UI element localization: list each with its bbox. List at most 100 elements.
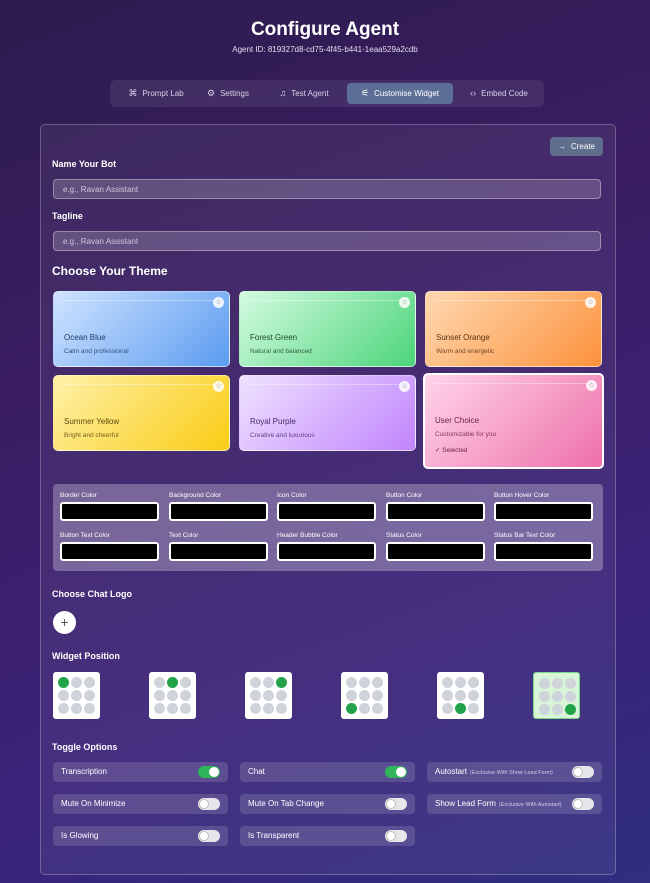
color-label: Header Bubble Color <box>277 532 338 539</box>
toggle-note: (Exclusive With Show Lead Form) <box>470 770 553 776</box>
theme-preview-line <box>63 384 220 385</box>
theme-card-summer-yellow[interactable]: ☆ Summer Yellow Bright and cheerful <box>53 375 230 451</box>
tab-label: Test Agent <box>291 89 329 98</box>
position-dot <box>442 703 453 714</box>
toggle-label: Is Glowing <box>61 831 99 840</box>
theme-card-ocean-blue[interactable]: ☆ Ocean Blue Calm and professional <box>53 291 230 367</box>
theme-name: Royal Purple <box>250 417 296 426</box>
show-lead-form-switch[interactable] <box>572 798 594 810</box>
gear-icon: ⚙ <box>207 88 216 98</box>
tab-embed-code[interactable]: ‹› Embed Code <box>462 83 536 104</box>
mute-on-tab-change-switch[interactable] <box>385 798 407 810</box>
position-dot <box>250 703 261 714</box>
agent-id: Agent ID: 819327d8-cd75-4f45-b441-1eaa52… <box>232 45 418 54</box>
create-label: Create <box>570 142 595 151</box>
theme-desc: Warm and energetic <box>436 348 495 355</box>
position-dot <box>180 690 191 701</box>
star-icon[interactable]: ☆ <box>585 297 596 308</box>
border-color-picker[interactable] <box>60 502 159 521</box>
position-option-top-left[interactable] <box>53 672 100 719</box>
autostart-switch[interactable] <box>572 766 594 778</box>
tab-settings[interactable]: ⚙ Settings <box>198 83 258 104</box>
theme-name: Summer Yellow <box>64 417 120 426</box>
position-option-bottom-left[interactable] <box>341 672 388 719</box>
status-bar-text-color-picker[interactable] <box>494 542 593 561</box>
position-dot <box>58 703 69 714</box>
transcription-switch[interactable] <box>198 766 220 778</box>
theme-card-royal-purple[interactable]: ☆ Royal Purple Creative and luxurious <box>239 375 416 451</box>
is-glowing-switch[interactable] <box>198 830 220 842</box>
position-dot <box>565 678 576 689</box>
icon-color-picker[interactable] <box>277 502 376 521</box>
position-dot <box>455 690 466 701</box>
color-label: Status Color <box>386 532 422 539</box>
switch-knob <box>573 799 583 809</box>
position-dot <box>468 690 479 701</box>
position-dot <box>276 703 287 714</box>
star-icon[interactable]: ☆ <box>586 380 597 391</box>
position-dot <box>552 678 563 689</box>
toggle-options-heading: Toggle Options <box>52 742 118 752</box>
star-icon[interactable]: ☆ <box>213 381 224 392</box>
switch-knob <box>386 799 396 809</box>
toggle-note: (Exclusive With Autostart) <box>498 802 562 808</box>
color-label: Border Color <box>60 492 97 499</box>
switch-knob <box>386 831 396 841</box>
position-option-bottom-right[interactable] <box>533 672 580 719</box>
code-icon: ‹› <box>470 88 477 98</box>
toggle-label: Transcription <box>61 767 107 776</box>
tab-label: Settings <box>220 89 249 98</box>
button-hover-color-picker[interactable] <box>494 502 593 521</box>
position-option-top-center[interactable] <box>149 672 196 719</box>
button-text-color-picker[interactable] <box>60 542 159 561</box>
position-dot-active <box>455 703 466 714</box>
position-dot <box>71 677 82 688</box>
position-dot <box>84 703 95 714</box>
bot-name-input[interactable]: e.g., Ravan Assistant <box>53 179 601 199</box>
color-field-button-text: Button Text Color <box>60 532 159 561</box>
color-field-header-bubble: Header Bubble Color <box>277 532 376 561</box>
button-color-picker[interactable] <box>386 502 485 521</box>
position-dot <box>455 677 466 688</box>
text-color-picker[interactable] <box>169 542 268 561</box>
chat-switch[interactable] <box>385 766 407 778</box>
theme-name: User Choice <box>435 416 480 425</box>
position-option-bottom-center[interactable] <box>437 672 484 719</box>
tab-prompt-lab[interactable]: ⌘ Prompt Lab <box>116 83 196 104</box>
mute-on-minimize-switch[interactable] <box>198 798 220 810</box>
star-icon[interactable]: ☆ <box>399 297 410 308</box>
position-dot <box>359 690 370 701</box>
name-label: Name Your Bot <box>52 159 117 169</box>
position-option-top-right[interactable] <box>245 672 292 719</box>
command-icon: ⌘ <box>128 88 138 98</box>
theme-card-sunset-orange[interactable]: ☆ Sunset Orange Warm and energetic <box>425 291 602 367</box>
status-color-picker[interactable] <box>386 542 485 561</box>
header-bubble-color-picker[interactable] <box>277 542 376 561</box>
position-dot <box>359 703 370 714</box>
position-dot <box>263 690 274 701</box>
tab-test-agent[interactable]: ♫ Test Agent <box>268 83 340 104</box>
sliders-icon: ⚟ <box>361 88 370 98</box>
create-button[interactable]: → Create <box>550 137 603 156</box>
theme-card-forest-green[interactable]: ☆ Forest Green Natural and balanced <box>239 291 416 367</box>
color-label: Background Color <box>169 492 222 499</box>
theme-card-user-choice[interactable]: ☆ User Choice Customizable for you ✓ Sel… <box>423 373 604 469</box>
position-dot <box>442 690 453 701</box>
color-field-icon: Icon Color <box>277 492 376 521</box>
background-color-picker[interactable] <box>169 502 268 521</box>
star-icon[interactable]: ☆ <box>213 297 224 308</box>
position-dot <box>263 677 274 688</box>
position-dot <box>539 678 550 689</box>
color-label: Status Bar Text Color <box>494 532 556 539</box>
theme-desc: Bright and cheerful <box>64 432 119 439</box>
is-transparent-switch[interactable] <box>385 830 407 842</box>
position-dot-active <box>276 677 287 688</box>
star-icon[interactable]: ☆ <box>399 381 410 392</box>
theme-name: Sunset Orange <box>436 333 490 342</box>
tab-customise-widget[interactable]: ⚟ Customise Widget <box>347 83 453 104</box>
color-field-text: Text Color <box>169 532 268 561</box>
tagline-input[interactable]: e.g., Ravan Assistant <box>53 231 601 251</box>
add-logo-button[interactable]: + <box>53 611 76 634</box>
position-dot <box>154 677 165 688</box>
position-dot <box>372 703 383 714</box>
